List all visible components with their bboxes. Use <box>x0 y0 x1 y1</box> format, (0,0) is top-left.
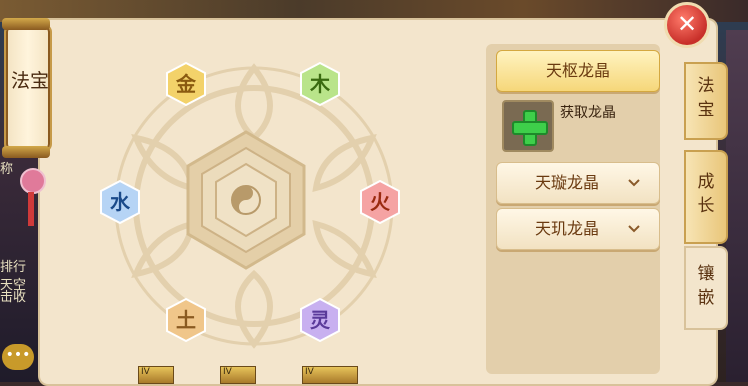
tab-label: 法宝 <box>697 76 715 120</box>
bg-text: 排行 <box>0 260 27 275</box>
charm-icon <box>20 168 46 194</box>
tab-inlay[interactable]: 镶嵌 <box>684 246 728 330</box>
element-glyph: 土 <box>176 308 196 332</box>
element-glyph: 金 <box>176 72 196 96</box>
gem-row-tianshu[interactable]: 天枢龙晶 <box>496 50 660 92</box>
close-button[interactable]: ✕ <box>664 2 710 48</box>
earth-element-icon[interactable]: 土 <box>166 298 206 342</box>
fire-element-icon[interactable]: 火 <box>360 180 400 224</box>
panel-title-scroll: 法宝 <box>4 24 52 152</box>
tab-treasure[interactable]: 法宝 <box>684 62 728 140</box>
spirit-element-icon[interactable]: 灵 <box>300 298 340 342</box>
gem-slot[interactable]: IV <box>138 366 174 384</box>
scroll-cap-bottom <box>2 146 50 158</box>
tab-growth[interactable]: 成长 <box>684 150 728 244</box>
plus-icon <box>512 110 548 146</box>
gem-row-label: 天璇龙晶 <box>534 173 599 192</box>
gem-level: IV <box>141 367 150 377</box>
water-element-icon[interactable]: 水 <box>100 180 140 224</box>
gem-slot[interactable]: IV <box>220 366 256 384</box>
gem-slot[interactable]: IV <box>302 366 358 384</box>
metal-element-icon[interactable]: 金 <box>166 62 206 106</box>
gem-level: IV <box>305 367 314 377</box>
gem-row-tianji[interactable]: 天玑龙晶 <box>496 208 660 250</box>
acquire-gem-label: 获取龙晶 <box>560 105 616 121</box>
element-glyph: 火 <box>370 190 390 214</box>
acquire-slot[interactable] <box>502 100 554 152</box>
gem-row-label: 天枢龙晶 <box>545 61 610 80</box>
gem-row-label: 天玑龙晶 <box>534 219 599 238</box>
tassel-icon <box>28 192 34 226</box>
right-background-strip <box>726 30 748 382</box>
scroll-cap-top <box>2 18 50 30</box>
chat-dots-button[interactable]: ••• <box>2 344 34 370</box>
tab-label: 镶嵌 <box>697 264 715 308</box>
chevron-down-icon <box>627 221 643 237</box>
acquire-gem-entry[interactable]: 获取龙晶 <box>496 96 658 152</box>
center-hexagon <box>186 130 306 270</box>
bg-text: 称 <box>0 162 14 177</box>
element-glyph: 水 <box>110 190 130 214</box>
element-glyph: 木 <box>310 72 330 96</box>
panel-title: 法宝 <box>10 70 49 92</box>
element-glyph: 灵 <box>310 308 330 332</box>
gem-list: 天枢龙晶 获取龙晶 天璇龙晶 天玑龙晶 <box>486 44 660 374</box>
chevron-down-icon <box>627 175 643 191</box>
gem-row-tianxuan[interactable]: 天璇龙晶 <box>496 162 660 204</box>
bg-text: 击收 <box>0 290 27 305</box>
gem-level: IV <box>223 367 232 377</box>
wood-element-icon[interactable]: 木 <box>300 62 340 106</box>
tab-label: 成长 <box>697 172 715 216</box>
